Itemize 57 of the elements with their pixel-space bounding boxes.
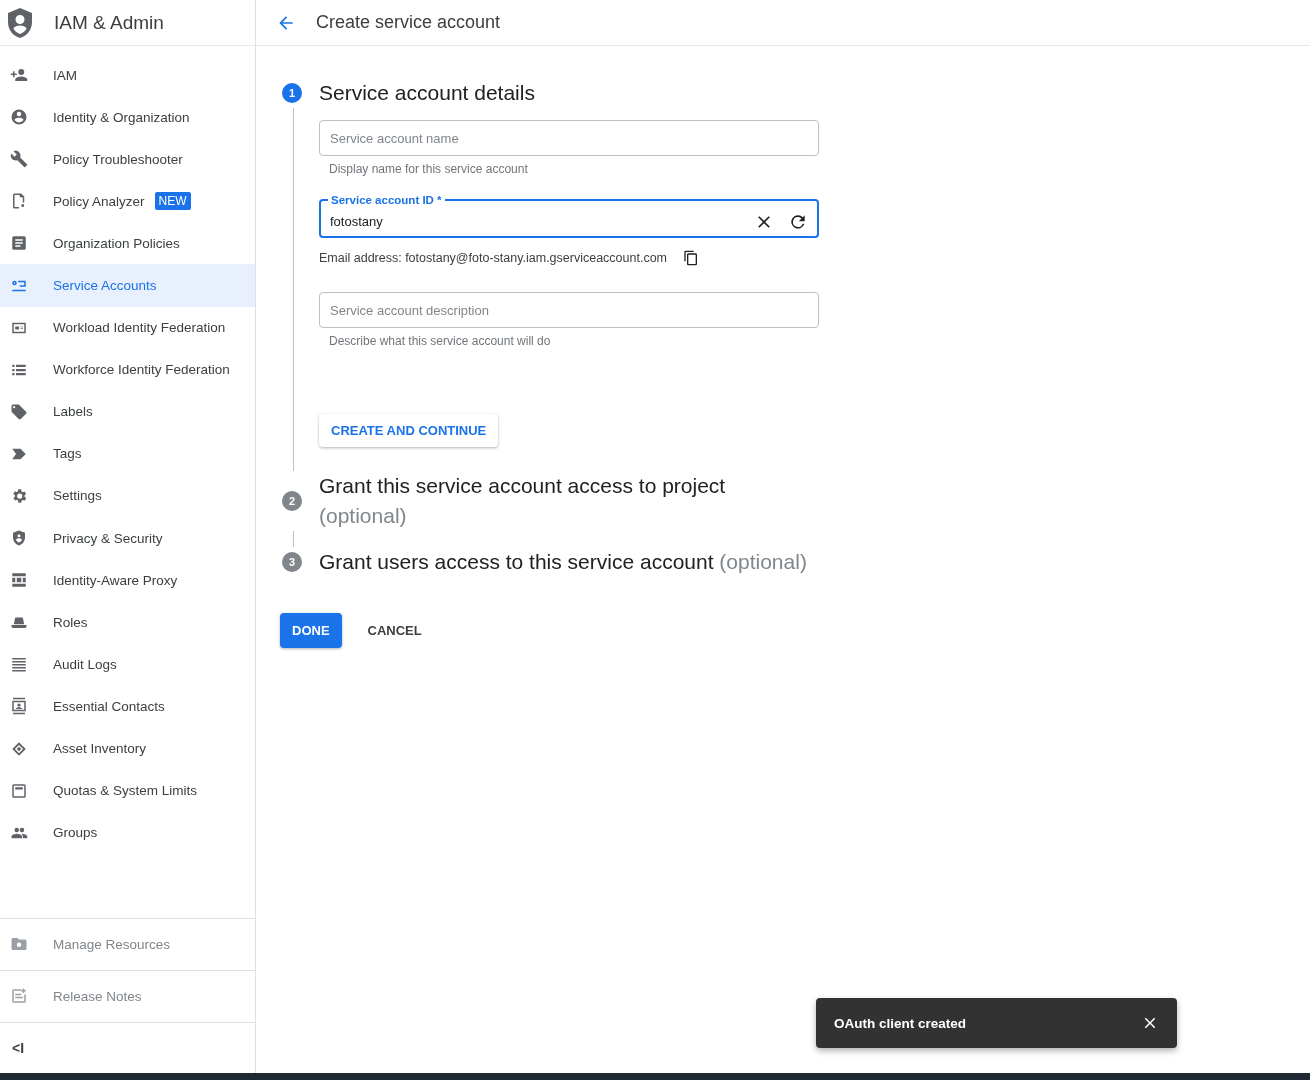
step-number: 2 xyxy=(282,491,302,511)
step-title[interactable]: Grant users access to this service account xyxy=(319,550,714,573)
optional-label: (optional) xyxy=(719,550,807,573)
step-number: 1 xyxy=(282,83,302,103)
contact-card-icon xyxy=(10,697,28,716)
sidebar-item[interactable]: Audit Logs xyxy=(0,643,255,686)
collapse-sidebar-button[interactable]: <I xyxy=(12,1040,25,1056)
sidebar-item[interactable]: Identity-Aware Proxy xyxy=(0,559,255,602)
text-input[interactable]: Service account name xyxy=(330,130,808,146)
sidebar-item[interactable]: Labels xyxy=(0,390,255,433)
notes-icon xyxy=(10,987,28,1005)
lines-icon xyxy=(10,655,28,674)
shield-logo-icon xyxy=(6,6,34,39)
step-number: 3 xyxy=(282,552,302,572)
step-title[interactable]: Service account details xyxy=(319,81,535,104)
sidebar-item[interactable]: IAM xyxy=(0,54,255,97)
page-title: Create service account xyxy=(316,12,501,33)
sidebar-item[interactable]: Service Accounts xyxy=(0,264,255,307)
sidebar-item[interactable]: Roles xyxy=(0,601,255,644)
wrench-icon xyxy=(10,150,28,169)
sidebar-item[interactable]: Policy Analyzer NEW xyxy=(0,180,255,223)
sidebar-item[interactable]: Workload Identity Federation xyxy=(0,306,255,349)
text-field[interactable]: Service account name xyxy=(319,120,819,156)
create-and-continue-button[interactable]: CREATE AND CONTINUE xyxy=(319,414,499,447)
sidebar-item[interactable]: Essential Contacts xyxy=(0,685,255,728)
text-input[interactable]: fotostany xyxy=(330,214,740,229)
helper-text: Describe what this service account will do xyxy=(328,333,552,348)
helper-text: Display name for this service account xyxy=(328,161,529,176)
done-button[interactable]: DONE xyxy=(280,613,342,648)
folder-gear-icon xyxy=(10,935,28,953)
optional-label: (optional) xyxy=(319,504,407,527)
sidebar-item[interactable]: Asset Inventory xyxy=(0,727,255,770)
shield-icon xyxy=(10,529,28,548)
sidebar-item[interactable]: Groups xyxy=(0,811,255,854)
sidebar-item[interactable]: Policy Troubleshooter xyxy=(0,138,255,181)
snackbar-message: OAuth client created xyxy=(834,1015,967,1031)
sidebar-item[interactable]: Privacy & Security xyxy=(0,517,255,560)
sidebar-item[interactable]: Settings xyxy=(0,474,255,518)
tag-icon xyxy=(10,402,28,421)
sidebar-item[interactable]: Workforce Identity Federation xyxy=(0,348,255,391)
new-badge: NEW xyxy=(154,192,191,211)
text-input[interactable]: Service account description xyxy=(330,302,808,318)
sidebar-item[interactable]: Tags xyxy=(0,432,255,475)
text-field-focused[interactable]: Service account ID * fotostany xyxy=(319,193,819,238)
sidebar-item[interactable]: Quotas & System Limits xyxy=(0,769,255,812)
email-address-text: Email address: fotostany@foto-stany.iam.gserviceaccount.com xyxy=(319,251,668,265)
sidebar-item[interactable]: Identity & Organization xyxy=(0,96,255,139)
gauge-box-icon xyxy=(10,781,28,800)
field-label: Service account ID * xyxy=(330,193,443,207)
copy-icon[interactable] xyxy=(683,250,700,266)
app-title: IAM & Admin xyxy=(54,11,164,34)
cancel-button[interactable]: CANCEL xyxy=(355,613,434,648)
document-icon xyxy=(10,234,28,253)
step-title[interactable]: Grant this service account access to project xyxy=(319,474,726,497)
text-field[interactable]: Service account description xyxy=(319,292,819,328)
sidebar-item[interactable]: Organization Policies xyxy=(0,222,255,265)
proxy-icon xyxy=(10,571,28,590)
